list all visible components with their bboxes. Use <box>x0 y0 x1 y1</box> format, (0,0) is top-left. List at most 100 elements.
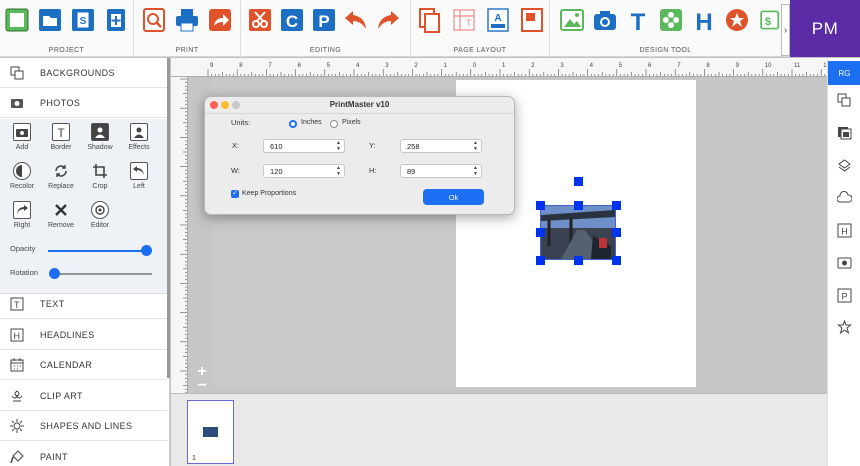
cloud-icon[interactable] <box>837 190 852 205</box>
save-as-button[interactable] <box>102 6 130 34</box>
x-field[interactable]: 610 ▲ ▼ <box>263 139 345 153</box>
page-grid-icon: T <box>453 9 475 31</box>
photo-tool-rotate-left[interactable]: Left <box>121 162 157 200</box>
photo-icon[interactable] <box>837 255 852 270</box>
toolbar-label-design-tool: DESIGN TOOL <box>639 47 692 54</box>
resize-handle-bottom[interactable] <box>574 256 583 265</box>
photo-tool-add[interactable]: Add <box>4 123 40 161</box>
opacity-slider-thumb[interactable] <box>140 245 152 256</box>
layout-cards-button[interactable] <box>416 6 444 34</box>
add-clipart-button[interactable] <box>657 6 685 34</box>
copy-button[interactable]: C <box>278 6 306 34</box>
ok-button[interactable]: Ok <box>423 189 484 205</box>
zoom-out-button[interactable]: − <box>195 378 209 394</box>
units-inches-radio[interactable] <box>289 120 297 128</box>
x-stepper-arrows[interactable]: ▲ ▼ <box>336 140 341 152</box>
resize-handle-top-right[interactable] <box>612 201 621 210</box>
camera-button[interactable] <box>591 6 619 34</box>
w-stepper-arrows[interactable]: ▲ ▼ <box>336 165 341 177</box>
layers-icon[interactable] <box>837 93 852 108</box>
photo-tool-effects[interactable]: Effects <box>121 123 157 161</box>
badge-icon[interactable] <box>837 320 852 335</box>
undo-button[interactable] <box>342 6 370 34</box>
paste-icon[interactable]: P <box>837 288 852 303</box>
photo-tool-replace[interactable]: Replace <box>43 162 79 200</box>
share-button[interactable] <box>206 6 234 34</box>
y-field[interactable]: 258 ▲ ▼ <box>400 139 482 153</box>
units-pixels-radio[interactable] <box>330 120 338 128</box>
user-avatar[interactable]: PM <box>790 0 860 57</box>
ruler-scale: 987654321012345678910111213 <box>207 63 827 76</box>
resize-handle-top[interactable] <box>574 201 583 210</box>
panel-text[interactable]: T TEXT <box>0 289 167 319</box>
panel-paint[interactable]: PAINT <box>0 442 167 466</box>
money-button[interactable]: $ <box>756 6 780 34</box>
rotate-handle[interactable] <box>574 177 583 186</box>
page-frame-icon <box>521 8 543 32</box>
print-button[interactable] <box>173 6 201 34</box>
rotation-slider-thumb[interactable] <box>48 268 60 279</box>
resize-handle-right[interactable] <box>612 228 621 237</box>
add-badge-button[interactable] <box>723 6 751 34</box>
add-text-button[interactable]: T <box>624 6 652 34</box>
ruler-label: 8 <box>706 63 710 69</box>
rotation-slider[interactable] <box>48 268 152 279</box>
panel-clip-art[interactable]: CLIP ART <box>0 381 167 411</box>
page-thumbnail-photo <box>203 427 218 437</box>
add-headline-button[interactable]: H <box>690 6 718 34</box>
panel-headlines-label: HEADLINES <box>40 329 95 340</box>
photo-tool-shadow[interactable]: Shadow <box>82 123 118 161</box>
rg-tab[interactable]: RG <box>828 61 860 85</box>
photo-tool-remove[interactable]: Remove <box>43 201 79 239</box>
redo-button[interactable] <box>374 6 402 34</box>
layout-text-button[interactable]: A <box>484 6 512 34</box>
layout-frame-button[interactable] <box>518 6 546 34</box>
photo-tool-label: Remove <box>47 222 75 229</box>
opacity-slider[interactable] <box>48 245 152 256</box>
left-panel-scrollbar[interactable] <box>167 58 170 378</box>
headline-icon[interactable]: H <box>837 223 852 238</box>
new-project-icon <box>5 8 29 32</box>
panel-calendar[interactable]: CALENDAR <box>0 350 167 380</box>
svg-text:T: T <box>631 9 646 34</box>
w-field[interactable]: 120 ▲ ▼ <box>263 164 345 178</box>
photo-tool-editor[interactable]: Editor <box>82 201 118 239</box>
replace-icon <box>52 162 70 180</box>
svg-text:P: P <box>841 292 847 302</box>
photo-tool-recolor[interactable]: Recolor <box>4 162 40 200</box>
print-preview-button[interactable] <box>140 6 168 34</box>
toolbar-scroll-arrow[interactable]: › <box>781 4 790 56</box>
stack-icon[interactable] <box>837 158 852 173</box>
photo-image[interactable] <box>540 205 616 260</box>
panel-headlines[interactable]: H HEADLINES <box>0 320 167 350</box>
panel-backgrounds[interactable]: BACKGROUNDS <box>0 58 167 88</box>
resize-handle-bottom-right[interactable] <box>612 256 621 265</box>
photo-tool-crop[interactable]: Crop <box>82 162 118 200</box>
panel-photos[interactable]: PHOTOS <box>0 88 167 118</box>
h-field[interactable]: 89 ▲ ▼ <box>400 164 482 178</box>
selected-photo[interactable] <box>536 177 621 265</box>
add-photo-button[interactable] <box>558 6 586 34</box>
cut-button[interactable] <box>246 6 274 34</box>
text-icon: T <box>9 296 25 312</box>
backgrounds-icon[interactable] <box>837 125 852 140</box>
photo-tool-border[interactable]: T Border <box>43 123 79 161</box>
keep-proportions-checkbox[interactable]: ✓ <box>231 190 239 198</box>
y-stepper-arrows[interactable]: ▲ ▼ <box>473 140 478 152</box>
new-project-button[interactable] <box>3 6 31 34</box>
paste-button[interactable]: P <box>310 6 338 34</box>
vertical-ruler <box>171 77 188 393</box>
layout-grid-button[interactable]: T <box>450 6 478 34</box>
photo-tool-rotate-right[interactable]: Right <box>4 201 40 239</box>
rotate-left-icon <box>130 162 148 180</box>
resize-handle-bottom-left[interactable] <box>536 256 545 265</box>
page-thumbnail[interactable]: 1 <box>187 400 234 464</box>
panel-shapes-and-lines[interactable]: SHAPES AND LINES <box>0 411 167 441</box>
resize-handle-top-left[interactable] <box>536 201 545 210</box>
h-stepper-arrows[interactable]: ▲ ▼ <box>473 165 478 177</box>
toolbar-row: C P <box>241 6 410 36</box>
photo-tool-label: Replace <box>48 183 74 190</box>
save-button[interactable]: S <box>69 6 97 34</box>
open-project-button[interactable] <box>36 6 64 34</box>
resize-handle-left[interactable] <box>536 228 545 237</box>
